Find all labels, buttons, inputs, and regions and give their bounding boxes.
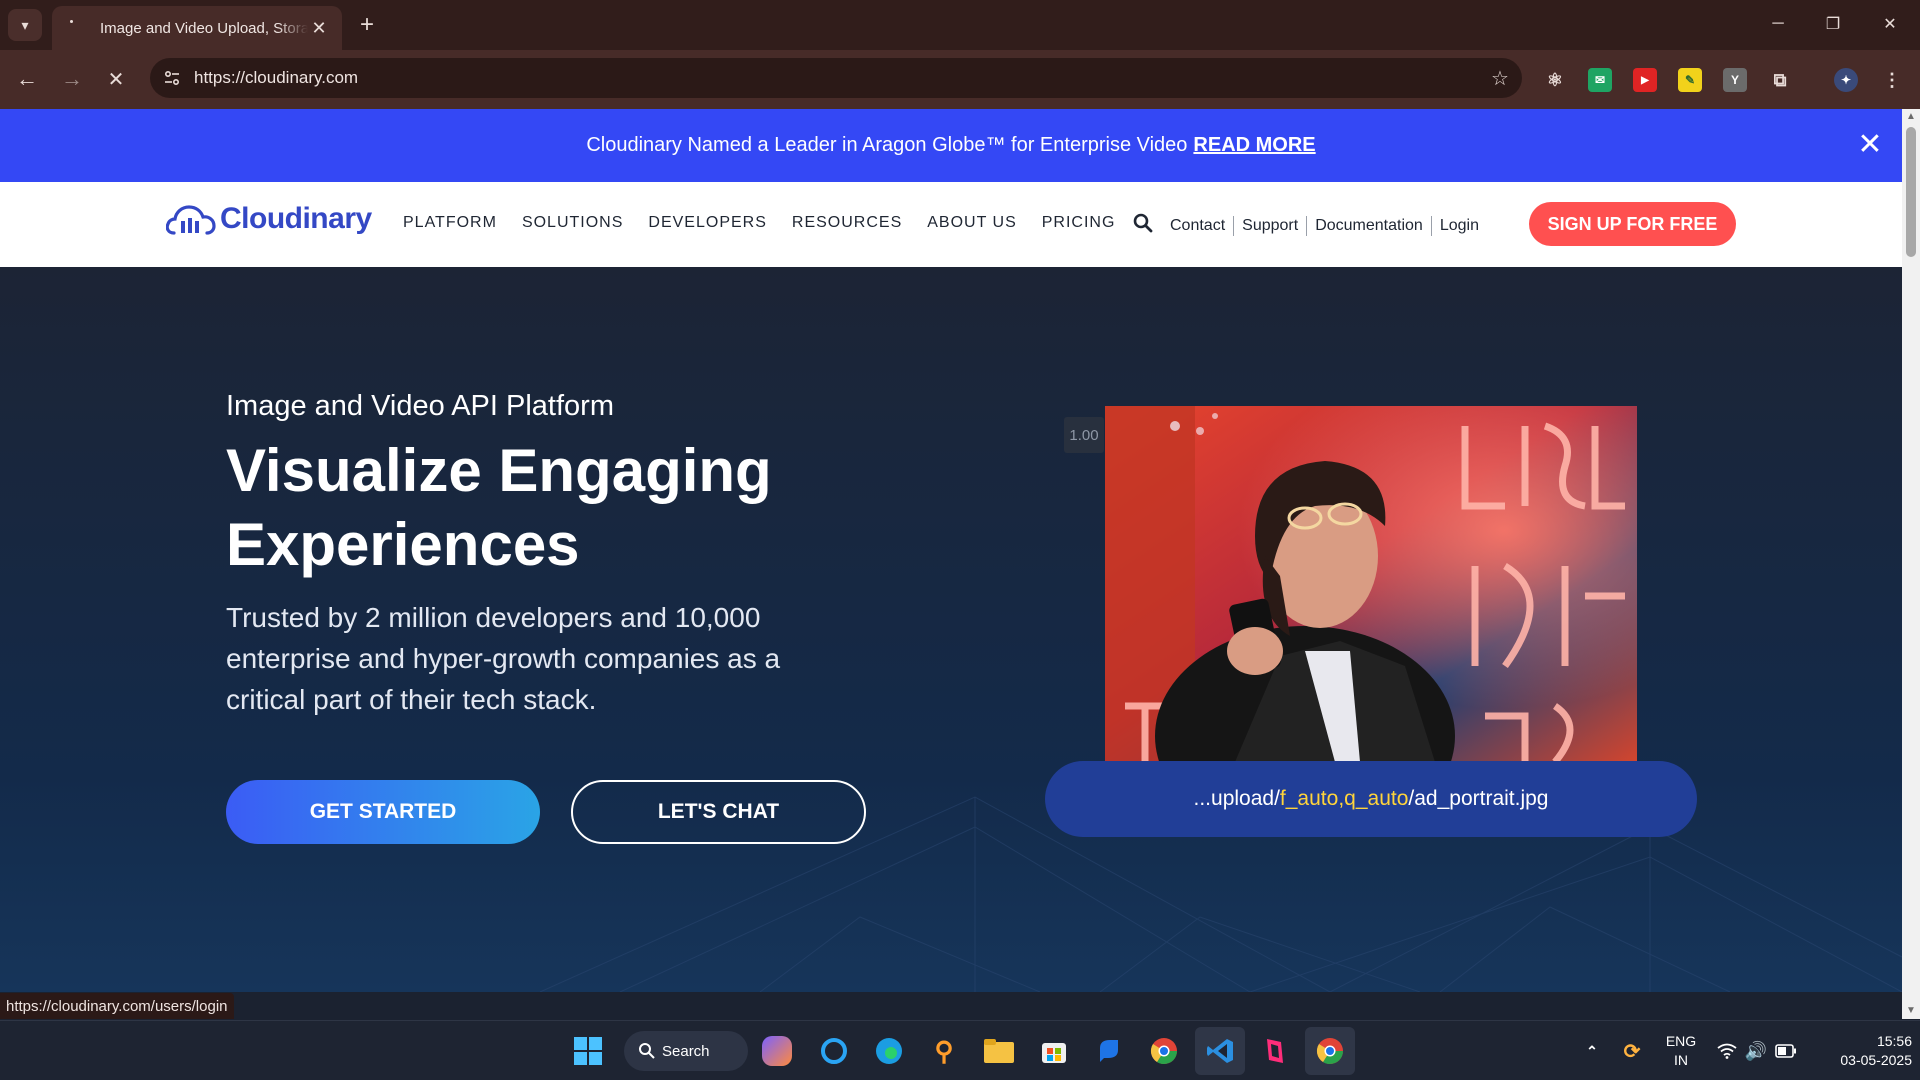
link-status-bubble: https://cloudinary.com/users/login xyxy=(0,993,234,1019)
clock-date: 03-05-2025 xyxy=(1840,1052,1912,1068)
profile-avatar-icon[interactable]: ✦ xyxy=(1834,68,1858,92)
login-link[interactable]: Login xyxy=(1432,217,1487,235)
page-scrollbar[interactable]: ▲ ▼ xyxy=(1902,109,1920,1019)
url-prefix: ...upload/ xyxy=(1193,787,1280,810)
microsoft-store-icon[interactable] xyxy=(1036,1033,1072,1069)
utility-nav: Contact Support Documentation Login xyxy=(1162,216,1487,236)
close-tab-icon[interactable]: ✕ xyxy=(308,17,330,39)
language-indicator[interactable]: ENG IN xyxy=(1661,1032,1701,1070)
extensions-puzzle-icon[interactable]: ⧉ xyxy=(1768,68,1792,92)
search-magnifier-app-icon[interactable]: ⚲ xyxy=(926,1033,962,1069)
banner-text: Cloudinary Named a Leader in Aragon Glob… xyxy=(586,134,1188,156)
search-icon[interactable] xyxy=(1132,212,1154,234)
youtube-extension-icon[interactable]: ▶ xyxy=(1633,68,1657,92)
taskbar-search-box[interactable]: Search xyxy=(624,1031,748,1071)
copilot-icon[interactable] xyxy=(762,1036,792,1066)
portrait-image xyxy=(1105,406,1637,762)
support-link[interactable]: Support xyxy=(1234,217,1306,235)
taskbar: Search ⚲ ⌃ ⟳ ENG IN 🔊 15:56 03-05-2025 xyxy=(0,1020,1920,1080)
battery-icon[interactable] xyxy=(1768,1033,1804,1069)
clock[interactable]: 15:56 03-05-2025 xyxy=(1812,1032,1912,1070)
chrome-profile-icon[interactable] xyxy=(1146,1033,1182,1069)
sync-update-icon[interactable]: ⟳ xyxy=(1614,1033,1650,1069)
contact-link[interactable]: Contact xyxy=(1162,217,1233,235)
get-started-button[interactable]: GET STARTED xyxy=(226,780,540,844)
url-param-format: f_auto xyxy=(1279,787,1339,810)
browser-tab-strip: ▾ Image and Video Upload, Storage ✕ + ─ … xyxy=(0,0,1920,50)
chrome-browser-icon[interactable] xyxy=(1312,1033,1348,1069)
taskbar-search-label: Search xyxy=(662,1042,710,1060)
browser-toolbar: ← → ✕ https://cloudinary.com ☆ ⚛ ✉ ▶ ✎ Y… xyxy=(0,50,1920,109)
nav-item-pricing[interactable]: PRICING xyxy=(1042,214,1116,232)
zoom-level-label: 1.00 xyxy=(1064,417,1104,453)
read-more-link[interactable]: READ MORE xyxy=(1193,134,1315,157)
pink-app-icon[interactable] xyxy=(1257,1033,1293,1069)
file-explorer-icon[interactable] xyxy=(981,1033,1017,1069)
transformation-url-pill: ...upload/f_auto, q_auto/ad_portrait.jpg xyxy=(1045,761,1697,837)
scrollbar-thumb[interactable] xyxy=(1906,127,1916,257)
pin-app-icon[interactable] xyxy=(1091,1033,1127,1069)
site-header: Cloudinary PLATFORM SOLUTIONS DEVELOPERS… xyxy=(0,182,1902,267)
hero-subtitle: Image and Video API Platform xyxy=(226,390,614,422)
y-extension-icon[interactable]: Y xyxy=(1723,68,1747,92)
announcement-banner: Cloudinary Named a Leader in Aragon Glob… xyxy=(0,109,1902,182)
browser-tab[interactable]: Image and Video Upload, Storage ✕ xyxy=(52,6,342,50)
react-devtools-icon[interactable]: ⚛ xyxy=(1543,68,1567,92)
lets-chat-button[interactable]: LET'S CHAT xyxy=(571,780,866,844)
bookmark-star-icon[interactable]: ☆ xyxy=(1478,66,1522,91)
nav-item-resources[interactable]: RESOURCES xyxy=(792,214,902,232)
mail-extension-icon[interactable]: ✉ xyxy=(1588,68,1612,92)
loading-icon xyxy=(68,19,86,37)
tab-search-icon[interactable]: ▾ xyxy=(8,9,42,41)
main-nav: PLATFORM SOLUTIONS DEVELOPERS RESOURCES … xyxy=(403,214,1140,232)
tab-title: Image and Video Upload, Storage xyxy=(100,19,308,37)
hero-title-line: Experiences xyxy=(226,511,580,578)
site-info-icon[interactable] xyxy=(150,69,194,87)
windows-start-icon[interactable] xyxy=(570,1033,606,1069)
close-window-icon[interactable]: ✕ xyxy=(1870,8,1910,40)
cortana-icon[interactable] xyxy=(816,1033,852,1069)
clock-time: 15:56 xyxy=(1876,1033,1912,1049)
url-suffix: /ad_portrait.jpg xyxy=(1408,787,1549,810)
hero-description: Trusted by 2 million developers and 10,0… xyxy=(226,602,781,715)
hero-title: Visualize Engaging Experiences xyxy=(226,434,926,582)
browser-menu-icon[interactable]: ⋮ xyxy=(1880,68,1904,92)
url-param-quality: q_auto xyxy=(1344,787,1409,810)
language-code: ENG xyxy=(1665,1033,1697,1049)
address-bar[interactable]: https://cloudinary.com ☆ xyxy=(150,58,1522,98)
nav-item-solutions[interactable]: SOLUTIONS xyxy=(522,214,623,232)
url-text[interactable]: https://cloudinary.com xyxy=(194,68,1478,88)
restore-icon[interactable]: ❐ xyxy=(1813,8,1853,40)
minimize-icon[interactable]: ─ xyxy=(1758,8,1798,40)
sign-up-button[interactable]: SIGN UP FOR FREE xyxy=(1529,202,1736,246)
scroll-up-icon[interactable]: ▲ xyxy=(1905,111,1917,123)
stop-loading-icon[interactable]: ✕ xyxy=(99,62,133,96)
vscode-icon[interactable] xyxy=(1202,1033,1238,1069)
forward-icon[interactable]: → xyxy=(55,62,89,96)
close-banner-icon[interactable]: ✕ xyxy=(1854,129,1886,161)
nav-item-about-us[interactable]: ABOUT US xyxy=(927,214,1017,232)
show-hidden-icons-chevron-icon[interactable]: ⌃ xyxy=(1574,1033,1610,1069)
documentation-link[interactable]: Documentation xyxy=(1307,217,1431,235)
search-icon xyxy=(639,1043,655,1059)
logo-text: Cloudinary xyxy=(220,202,372,235)
highlighter-extension-icon[interactable]: ✎ xyxy=(1678,68,1702,92)
nav-item-developers[interactable]: DEVELOPERS xyxy=(648,214,766,232)
hero-title-line: Visualize Engaging xyxy=(226,437,772,504)
scroll-down-icon[interactable]: ▼ xyxy=(1905,1005,1917,1017)
language-region: IN xyxy=(1674,1052,1688,1068)
hero-section: Image and Video API Platform Visualize E… xyxy=(0,267,1902,992)
back-icon[interactable]: ← xyxy=(10,62,44,96)
nav-item-platform[interactable]: PLATFORM xyxy=(403,214,497,232)
edge-browser-icon[interactable] xyxy=(871,1033,907,1069)
cloudinary-logo[interactable]: Cloudinary xyxy=(166,202,372,236)
new-tab-icon[interactable]: + xyxy=(352,10,382,40)
cloud-logo-icon xyxy=(166,205,216,235)
